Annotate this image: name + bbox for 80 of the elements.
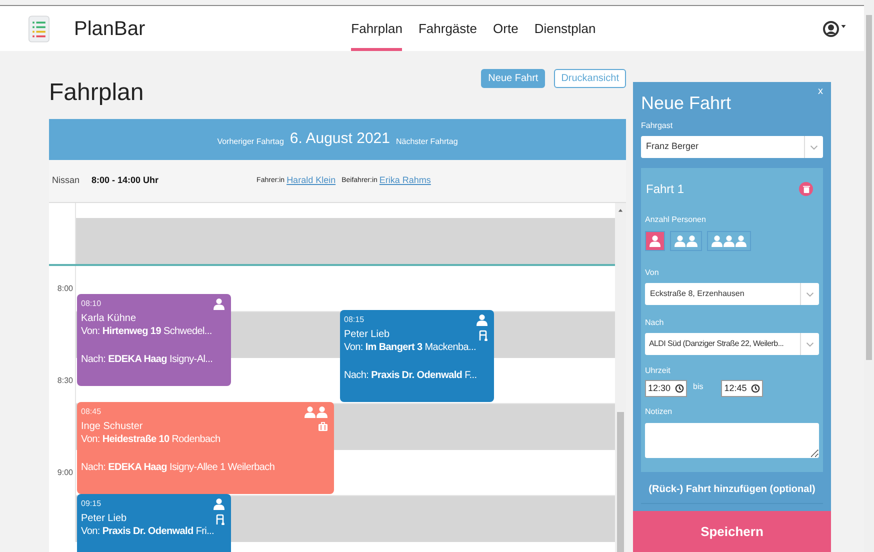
passenger-name: Peter Lieb (344, 328, 390, 341)
persons-option[interactable] (670, 231, 702, 251)
two-persons-icon (304, 406, 328, 418)
start-time-field[interactable]: 12:30 (645, 380, 687, 397)
notes-label: Notizen (645, 406, 674, 418)
from-label: Von (645, 267, 660, 279)
time-label: 8:30 (57, 375, 73, 387)
time-label: Uhrzeit (645, 365, 672, 377)
shift-hours: 8:00 - 14:00 Uhr (92, 174, 159, 188)
passenger-name: Peter Lieb (81, 512, 127, 525)
clipboard-list-icon (28, 14, 50, 42)
time-label: 9:00 (57, 467, 73, 479)
trip-time: 08:10 (81, 298, 102, 310)
previous-day-link[interactable]: Vorheriger Fahrtag (217, 136, 284, 148)
passenger-label: Fahrgast (641, 120, 674, 132)
time-separator: bis (693, 381, 704, 393)
from-select[interactable]: Eckstraße 8, Erzenhausen (645, 283, 819, 305)
to-address: Nach: EDEKA Haag Isigny-Al... (81, 353, 213, 366)
trip-time: 08:15 (344, 314, 364, 326)
chevron-down-icon (806, 292, 814, 296)
clock-icon (675, 384, 684, 393)
scroll-up-icon[interactable] (618, 209, 623, 212)
time-label: 8:00 (57, 283, 73, 295)
trip-time: 09:15 (81, 498, 102, 510)
clock-icon (751, 384, 760, 393)
date-title: 6. August 2021 (290, 129, 390, 150)
trip-card[interactable]: 08:15 Peter Lieb Von: Im Bangert 3 Mackenba... Nach: Praxis Dr. Odenwald F... (340, 310, 494, 402)
to-select[interactable]: ALDI Süd (Danziger Straße 22, Weilerb... (645, 333, 819, 355)
walker-icon (478, 330, 488, 341)
user-avatar-icon[interactable] (823, 20, 839, 36)
persons-label: Anzahl Personen (645, 214, 707, 226)
trip-title: Fahrt 1 (646, 181, 684, 198)
end-time-field[interactable]: 12:45 (721, 380, 764, 397)
walker-icon (215, 514, 225, 525)
nav-link[interactable]: Orte (493, 6, 518, 51)
passenger-select[interactable]: Franz Berger (641, 136, 823, 158)
codriver-link[interactable]: Erika Rahms (379, 174, 431, 188)
person-icon (476, 314, 488, 326)
delete-button[interactable] (799, 182, 813, 196)
vehicle-name: Nissan (52, 174, 80, 188)
app-name: PlanBar (74, 16, 146, 42)
person-icon (649, 235, 661, 247)
page-title: Fahrplan (49, 78, 144, 108)
from-address: Von: Praxis Dr. Odenwald Fri... (81, 525, 214, 538)
passenger-name: Karla Kühne (81, 312, 136, 325)
close-button[interactable]: x (816, 84, 825, 99)
driver-link[interactable]: Harald Klein (286, 174, 336, 188)
person-icon (213, 498, 225, 510)
from-address: Von: Im Bangert 3 Mackenba... (344, 341, 476, 354)
chevron-down-icon (806, 342, 814, 346)
from-address: Von: Heidestraße 10 Rodenbach (81, 433, 220, 446)
luggage-icon (318, 422, 328, 431)
add-return-trip-button[interactable]: (Rück-) Fahrt hinzufügen (optional) (641, 482, 823, 504)
panel-title: Neue Fahrt (641, 92, 732, 115)
to-address: Nach: EDEKA Haag Isigny-Allee 1 Weilerbach (81, 461, 275, 474)
next-day-link[interactable]: Nächster Fahrtag (396, 136, 458, 148)
trip-card[interactable]: 08:10 Karla Kühne Von: Hirtenweg 19 Schwedel... Nach: EDEKA Haag Isigny-Al... (77, 294, 231, 386)
notes-field[interactable] (645, 423, 819, 458)
three-persons-icon (711, 235, 747, 247)
trip-time: 08:45 (81, 406, 102, 418)
to-address: Nach: Praxis Dr. Odenwald F... (344, 369, 477, 382)
calendar-scrollbar[interactable] (615, 203, 626, 552)
passenger-name: Inge Schuster (81, 420, 143, 433)
persons-option[interactable] (707, 231, 751, 251)
caret-icon[interactable] (841, 24, 846, 28)
from-address: Von: Hirtenweg 19 Schwedel... (81, 325, 212, 338)
nav-link[interactable]: Fahrplan (351, 6, 402, 51)
print-view-button[interactable]: Druckansicht (554, 69, 626, 88)
two-persons-icon (674, 235, 698, 247)
nav-link[interactable]: Dienstplan (534, 6, 596, 51)
new-trip-button[interactable]: Neue Fahrt (481, 69, 546, 88)
chevron-down-icon (810, 144, 818, 150)
person-icon (213, 298, 225, 310)
trip-card[interactable]: 09:15 Peter Lieb Von: Praxis Dr. Odenwald Fri... (77, 494, 231, 552)
nav-link[interactable]: Fahrgäste (418, 6, 478, 51)
trash-icon (802, 185, 810, 193)
trip-card[interactable]: 08:45 Inge Schuster Von: Heidestraße 10 Rodenbach Nach: EDEKA Haag Isigny-Allee 1 Weilerbach (77, 402, 334, 494)
to-label: Nach (645, 317, 665, 329)
persons-option[interactable] (645, 231, 665, 251)
save-button[interactable]: Speichern (633, 511, 831, 552)
